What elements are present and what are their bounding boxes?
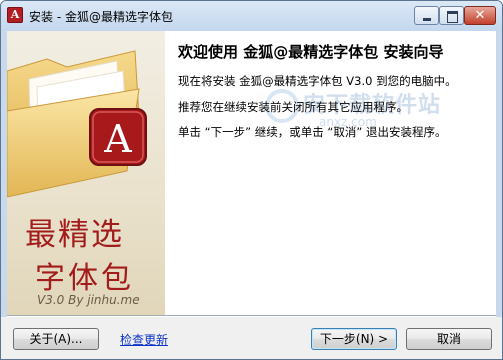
installer-window: A 安装 - 金狐@最精选字体包 ✕ A 最精选 字体包 V3.0 By jin… <box>0 0 503 360</box>
svg-text:A: A <box>103 117 132 161</box>
maximize-button[interactable] <box>439 6 464 25</box>
install-description: 现在将安装 金狐@最精选字体包 V3.0 到您的电脑中。 <box>178 74 457 88</box>
about-button[interactable]: 关于(A)... <box>13 328 99 350</box>
minimize-button[interactable] <box>414 6 439 25</box>
close-button[interactable]: ✕ <box>464 6 496 25</box>
font-logo-icon: A <box>89 108 147 166</box>
maximize-icon <box>440 7 463 24</box>
next-button[interactable]: 下一步(N) > <box>311 328 397 350</box>
cancel-button[interactable]: 取消 <box>406 328 492 350</box>
wizard-content: A 最精选 字体包 V3.0 By jinhu.me 安下载软件站 anxz.c… <box>7 31 496 315</box>
brand-title-line1: 最精选 <box>25 217 124 253</box>
brand-title-line2: 字体包 <box>35 261 134 296</box>
minimize-icon <box>415 7 438 24</box>
close-apps-advice: 推荐您在继续安装前关闭所有其它应用程序。 <box>178 100 408 114</box>
wizard-footer: 关于(A)... 检查更新 下一步(N) > 取消 <box>1 317 502 359</box>
wizard-main: 安下载软件站 anxz.com 欢迎使用 金狐@最精选字体包 安装向导 现在将安… <box>165 31 496 315</box>
window-title: 安装 - 金狐@最精选字体包 <box>29 10 173 24</box>
continue-instructions: 单击 “下一步” 继续，或单击 “取消” 退出安装程序。 <box>178 125 447 139</box>
brand-version: V3.0 By jinhu.me <box>37 293 140 307</box>
wizard-sidebar-image: A 最精选 字体包 V3.0 By jinhu.me <box>7 31 165 315</box>
check-update-link[interactable]: 检查更新 <box>120 331 168 348</box>
close-icon: ✕ <box>474 8 486 23</box>
title-bar[interactable]: A 安装 - 金狐@最精选字体包 ✕ <box>1 1 502 31</box>
app-icon: A <box>7 7 23 23</box>
welcome-heading: 欢迎使用 金狐@最精选字体包 安装向导 <box>178 43 444 61</box>
